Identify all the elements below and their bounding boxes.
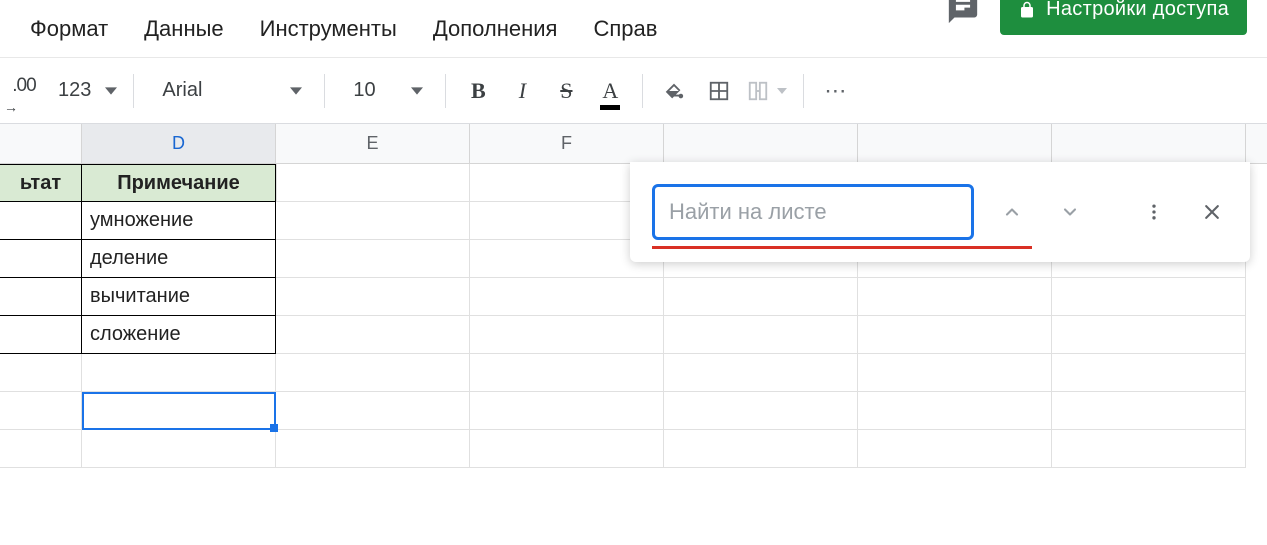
menu-addons[interactable]: Дополнения (415, 10, 576, 48)
cell[interactable] (664, 278, 858, 316)
cell[interactable] (276, 316, 470, 354)
cell[interactable] (82, 430, 276, 468)
more-tools-button[interactable]: ⋯ (814, 69, 858, 113)
cell[interactable] (470, 430, 664, 468)
text-color-button[interactable]: A (588, 69, 632, 113)
cell[interactable] (1052, 392, 1246, 430)
cell[interactable] (664, 354, 858, 392)
find-annotation-underline (652, 246, 1032, 249)
toolbar: .00 → 123 Arial 10 B I S A (0, 58, 1267, 124)
find-more-options-button[interactable] (1134, 192, 1174, 232)
cell[interactable] (276, 202, 470, 240)
separator (642, 74, 643, 108)
column-header-g[interactable] (664, 124, 858, 163)
column-headers: D E F (0, 124, 1267, 164)
caret-down-icon (777, 86, 787, 96)
cell[interactable] (470, 354, 664, 392)
cell[interactable] (276, 354, 470, 392)
cell[interactable] (1052, 430, 1246, 468)
cell[interactable] (0, 354, 82, 392)
table-row (0, 430, 1267, 468)
strikethrough-button[interactable]: S (544, 69, 588, 113)
menu-data[interactable]: Данные (126, 10, 241, 48)
cell[interactable] (82, 392, 276, 430)
column-header-e[interactable]: E (276, 124, 470, 163)
cell[interactable] (858, 392, 1052, 430)
share-button[interactable]: Настройки доступа (1000, 0, 1247, 35)
share-button-label: Настройки доступа (1046, 0, 1229, 21)
table-header-cell[interactable]: ьтат (0, 164, 82, 202)
cell[interactable] (664, 430, 858, 468)
cell[interactable] (0, 316, 82, 354)
comments-icon[interactable] (946, 0, 980, 31)
find-next-button[interactable] (1050, 192, 1090, 232)
cell[interactable]: умножение (82, 202, 276, 240)
font-size-dropdown[interactable]: 10 (335, 69, 435, 113)
cell[interactable] (1052, 354, 1246, 392)
cell[interactable] (276, 164, 470, 202)
cell[interactable] (0, 240, 82, 278)
arrow-right-icon: → (4, 99, 17, 115)
cell[interactable] (470, 316, 664, 354)
cell[interactable] (858, 316, 1052, 354)
table-row (0, 354, 1267, 392)
menu-format[interactable]: Формат (12, 10, 126, 48)
cell[interactable] (1052, 278, 1246, 316)
cell[interactable]: сложение (82, 316, 276, 354)
merge-cells-button[interactable] (741, 69, 793, 113)
cell[interactable] (470, 278, 664, 316)
cell[interactable] (664, 316, 858, 354)
table-row: сложение (0, 316, 1267, 354)
find-close-button[interactable] (1192, 192, 1232, 232)
find-previous-button[interactable] (992, 192, 1032, 232)
cell[interactable] (858, 354, 1052, 392)
cell[interactable] (276, 392, 470, 430)
cell[interactable]: вычитание (82, 278, 276, 316)
column-header-c[interactable] (0, 124, 82, 163)
cell[interactable] (858, 430, 1052, 468)
table-row (0, 392, 1267, 430)
cell[interactable]: деление (82, 240, 276, 278)
cell[interactable] (664, 392, 858, 430)
column-header-d[interactable]: D (82, 124, 276, 163)
caret-down-icon (411, 85, 423, 97)
cell[interactable] (82, 354, 276, 392)
fill-color-button[interactable] (653, 69, 697, 113)
caret-down-icon (290, 85, 302, 97)
number-format-dropdown[interactable]: 123 (46, 69, 123, 113)
column-header-h[interactable] (858, 124, 1052, 163)
cell[interactable] (276, 430, 470, 468)
decrease-decimal-button[interactable]: .00 → (2, 69, 46, 113)
separator (324, 74, 325, 108)
separator (133, 74, 134, 108)
find-input[interactable] (652, 184, 974, 240)
cell[interactable] (0, 278, 82, 316)
menu-help[interactable]: Справ (575, 10, 675, 48)
caret-down-icon (105, 85, 117, 97)
bold-button[interactable]: B (456, 69, 500, 113)
table-header-cell[interactable]: Примечание (82, 164, 276, 202)
cell[interactable] (470, 392, 664, 430)
separator (803, 74, 804, 108)
column-header-i[interactable] (1052, 124, 1246, 163)
cell[interactable] (276, 278, 470, 316)
cell[interactable] (276, 240, 470, 278)
cell[interactable] (0, 430, 82, 468)
column-header-f[interactable]: F (470, 124, 664, 163)
cell[interactable] (1052, 316, 1246, 354)
cell[interactable] (0, 392, 82, 430)
font-family-dropdown[interactable]: Arial (144, 69, 314, 113)
cell[interactable] (0, 202, 82, 240)
table-row: вычитание (0, 278, 1267, 316)
cell[interactable] (858, 278, 1052, 316)
separator (445, 74, 446, 108)
menu-tools[interactable]: Инструменты (242, 10, 415, 48)
find-in-sheet-bar (630, 162, 1250, 262)
italic-button[interactable]: I (500, 69, 544, 113)
borders-button[interactable] (697, 69, 741, 113)
